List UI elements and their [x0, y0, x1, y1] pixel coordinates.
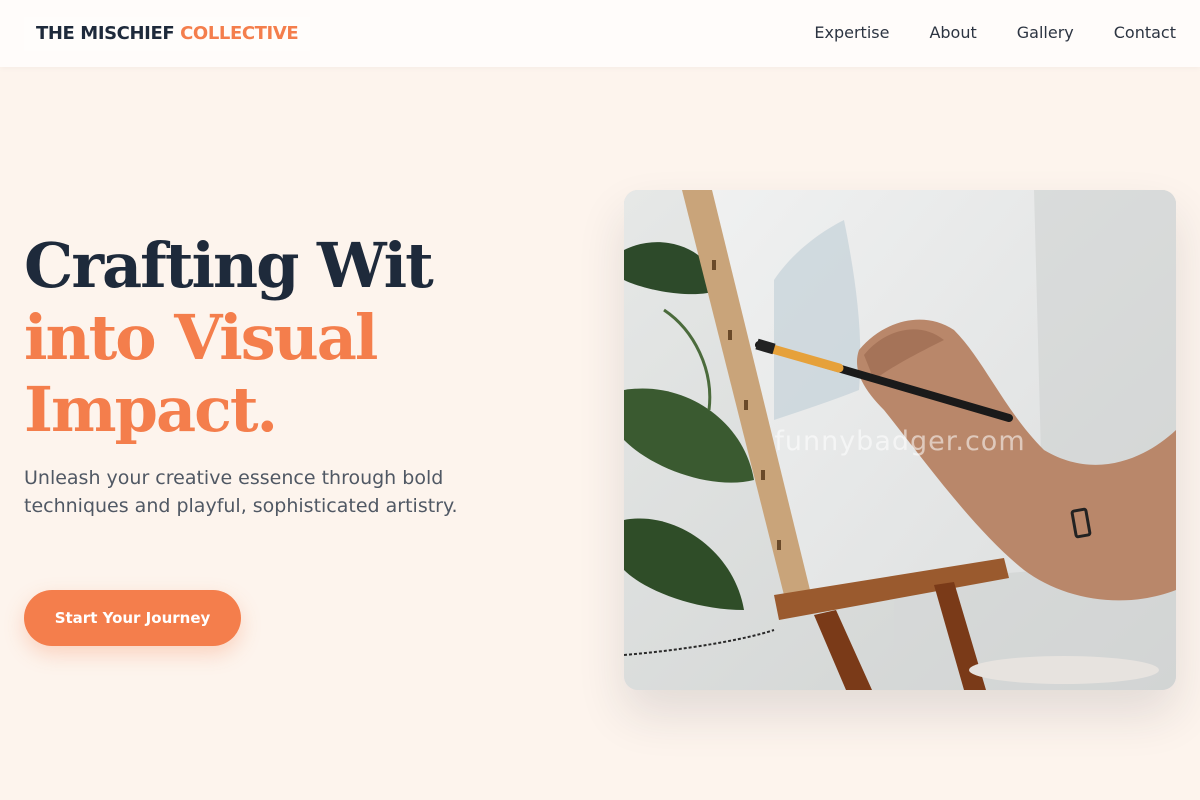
nav-link-about[interactable]: About: [929, 21, 976, 45]
brand-logo[interactable]: THE MISCHIEF COLLECTIVE: [24, 17, 311, 51]
nav-link-gallery[interactable]: Gallery: [1017, 21, 1074, 45]
headline-line-1: Crafting Wit: [24, 229, 434, 302]
nav-link-contact[interactable]: Contact: [1114, 21, 1176, 45]
headline-line-2: into Visual: [24, 301, 378, 374]
main-nav: Expertise About Gallery Contact: [814, 21, 1176, 45]
image-watermark: funnybadger.com: [774, 426, 1026, 457]
hero-headline: Crafting Wit into Visual Impact.: [24, 230, 544, 446]
start-journey-button[interactable]: Start Your Journey: [24, 590, 241, 646]
nav-link-expertise[interactable]: Expertise: [814, 21, 889, 45]
logo-text: THE MISCHIEF: [36, 23, 181, 44]
hero-copy: Crafting Wit into Visual Impact. Unleash…: [24, 230, 544, 520]
logo-accent-text: COLLECTIVE: [180, 23, 299, 44]
hero-image: funnybadger.com: [624, 190, 1176, 690]
headline-line-3: Impact.: [24, 373, 278, 446]
top-navbar: THE MISCHIEF COLLECTIVE Expertise About …: [0, 0, 1200, 67]
hero-subtext: Unleash your creative essence through bo…: [24, 467, 458, 517]
